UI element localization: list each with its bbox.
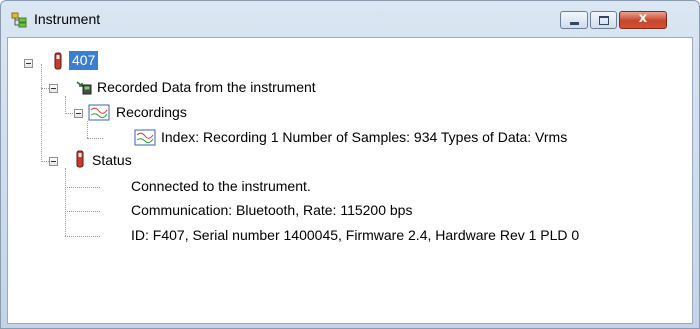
tree-line (65, 168, 67, 236)
minimize-button[interactable] (560, 11, 588, 29)
close-button[interactable]: x (619, 11, 667, 29)
maximize-button[interactable] (590, 11, 617, 29)
instrument-data-icon (76, 81, 92, 95)
collapse-toggle-status[interactable] (49, 157, 58, 166)
waveform-chart-icon (134, 129, 156, 146)
tree-node-recording-1[interactable]: Index: Recording 1 Number of Samples: 93… (161, 129, 567, 145)
tree-line (65, 187, 100, 189)
meter-icon (54, 52, 62, 70)
window-title: Instrument (34, 11, 101, 27)
tree-line (87, 138, 103, 140)
tree-line (65, 236, 100, 238)
tree-line (65, 211, 100, 213)
instrument-tree[interactable]: 407 Recorded Data from the instrument Re… (7, 37, 693, 324)
instrument-window: Instrument x 407 Recorded Data from the … (0, 0, 700, 329)
tree-line (41, 64, 43, 162)
tree-node-recordings[interactable]: Recordings (116, 104, 187, 120)
collapse-toggle-recorded-data[interactable] (49, 84, 58, 93)
status-item[interactable]: Communication: Bluetooth, Rate: 115200 b… (131, 202, 412, 218)
collapse-toggle-recordings[interactable] (74, 109, 83, 118)
waveform-chart-icon (88, 104, 110, 121)
tree-node-status[interactable]: Status (92, 152, 132, 168)
status-item[interactable]: ID: F407, Serial number 1400045, Firmwar… (131, 227, 579, 243)
collapse-toggle-root[interactable] (24, 59, 33, 68)
tree-app-icon (11, 12, 27, 28)
meter-icon (76, 150, 84, 168)
tree-node-root[interactable]: 407 (69, 51, 99, 70)
tree-line (65, 96, 67, 114)
close-icon: x (638, 11, 648, 26)
title-bar[interactable]: Instrument x (1, 1, 699, 35)
tree-line (87, 121, 89, 138)
status-item[interactable]: Connected to the instrument. (131, 178, 311, 194)
tree-node-recorded-data[interactable]: Recorded Data from the instrument (97, 79, 316, 95)
